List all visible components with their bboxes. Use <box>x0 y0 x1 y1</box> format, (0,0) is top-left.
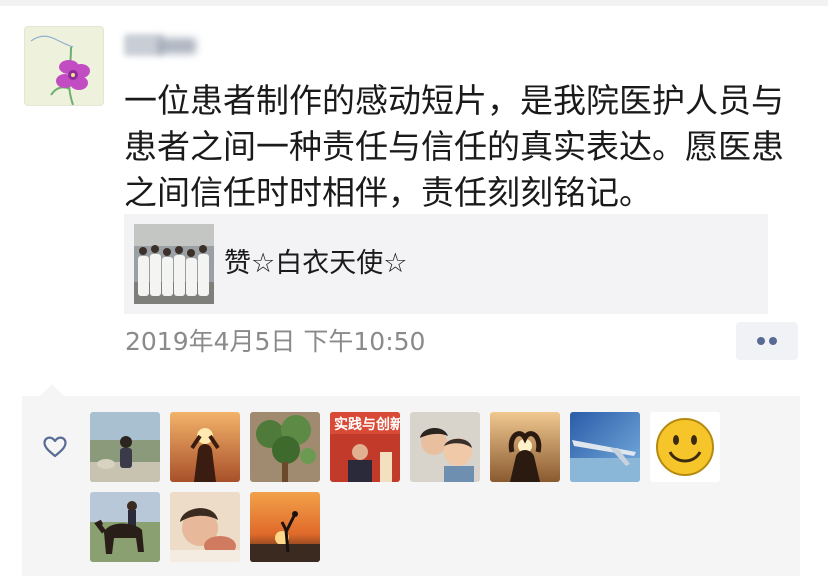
link-title: 赞☆白衣天使☆ <box>224 248 408 279</box>
liker-avatar[interactable] <box>170 412 240 482</box>
more-options-icon <box>757 337 765 345</box>
likes-pointer-arrow <box>40 384 64 396</box>
liker-avatar[interactable] <box>90 492 160 562</box>
blur-block <box>158 38 196 54</box>
liker-avatar[interactable] <box>410 412 480 482</box>
flower-drawing-image <box>25 27 103 105</box>
liker-avatar[interactable] <box>250 412 320 482</box>
liker-avatar[interactable] <box>170 492 240 562</box>
liker-avatar[interactable] <box>490 412 560 482</box>
liker-avatar[interactable]: 实践与创新 <box>330 412 400 482</box>
liker-avatar[interactable] <box>570 412 640 482</box>
poster-name-blurred[interactable] <box>124 28 200 60</box>
heart-icon <box>42 434 68 460</box>
more-options-button[interactable] <box>736 322 798 360</box>
doctors-group-image <box>134 224 214 304</box>
post-timestamp: 2019年4月5日 下午10:50 <box>125 327 426 356</box>
more-options-icon <box>769 337 777 345</box>
liker-avatar[interactable] <box>650 412 720 482</box>
top-separator <box>0 0 828 6</box>
shared-link-card[interactable]: 赞☆白衣天使☆ <box>124 214 768 314</box>
post-text: 一位患者制作的感动短片，是我院医护人员与患者之间一种责任与信任的真实表达。愿医患… <box>124 81 784 212</box>
poster-avatar[interactable] <box>24 26 104 106</box>
avatar-banner-text: 实践与创新 <box>334 416 400 433</box>
liker-avatar[interactable] <box>90 412 160 482</box>
liker-avatar[interactable] <box>250 492 320 562</box>
link-thumbnail <box>134 224 214 304</box>
